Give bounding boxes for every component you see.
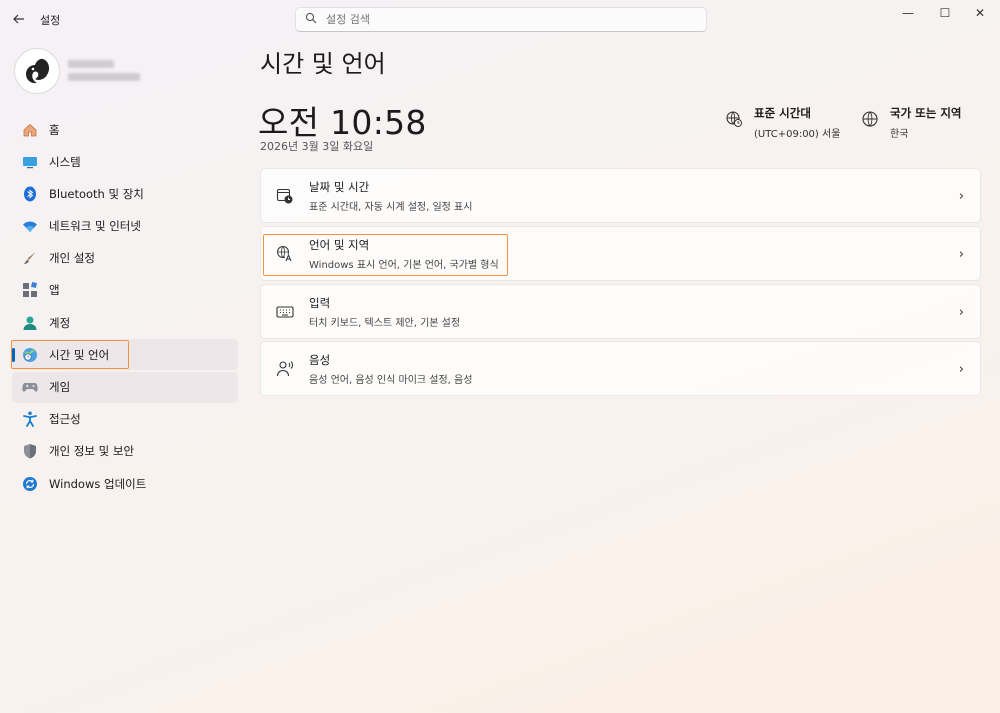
sidebar-item-label: 시간 및 언어 (49, 347, 110, 362)
search-icon (296, 12, 326, 27)
card-title: 입력 (309, 295, 331, 310)
accessibility-icon (21, 410, 39, 428)
sidebar-item-label: 홈 (49, 122, 60, 137)
sidebar-item-label: 게임 (49, 380, 71, 394)
sidebar-item-label: 계정 (49, 315, 71, 330)
app-title: 설정 (40, 14, 61, 27)
card-subtitle: Windows 표시 언어, 기본 언어, 국가별 형식 (309, 259, 499, 271)
sidebar-item-apps[interactable]: 앱 (12, 275, 238, 306)
sidebar-item-label: 앱 (49, 283, 60, 298)
card-title: 언어 및 지역 (309, 237, 370, 252)
account-icon (21, 314, 39, 332)
back-button[interactable] (8, 8, 30, 30)
globe-clock-outline-icon (724, 109, 744, 129)
sidebar-item-label: Windows 업데이트 (49, 476, 147, 491)
home-icon (21, 121, 39, 139)
sidebar-item-accounts[interactable]: 계정 (12, 307, 238, 338)
bluetooth-icon (21, 185, 39, 203)
region-value: 한국 (890, 129, 909, 140)
brush-icon (21, 249, 39, 267)
sidebar-nav: 홈 시스템 Bluetooth 및 장치 네트워크 및 인터넷 개인 설정 앱 (12, 114, 238, 500)
search-input[interactable] (326, 13, 686, 26)
sidebar-item-time-language[interactable]: 시간 및 언어 (12, 339, 238, 371)
card-language-region[interactable]: 언어 및 지역 Windows 표시 언어, 기본 언어, 국가별 형식 › (260, 226, 981, 281)
page-title: 시간 및 언어 (260, 50, 386, 78)
sidebar-item-label: 시스템 (49, 154, 81, 169)
search-box[interactable] (295, 7, 707, 32)
sidebar-item-accessibility[interactable]: 접근성 (12, 404, 238, 435)
language-icon (275, 244, 295, 264)
region-title: 국가 또는 지역 (890, 106, 962, 120)
region-info[interactable]: 국가 또는 지역 한국 (860, 105, 962, 140)
sidebar-item-gaming[interactable]: 게임 (12, 371, 238, 403)
globe-clock-icon (21, 346, 39, 364)
minimize-button[interactable]: — (889, 0, 927, 26)
timezone-title: 표준 시간대 (754, 106, 811, 120)
sidebar-item-personalization[interactable]: 개인 설정 (12, 243, 238, 274)
sidebar-item-privacy[interactable]: 개인 정보 및 보안 (12, 436, 238, 467)
card-subtitle: 터치 키보드, 텍스트 제안, 기본 설정 (309, 317, 461, 329)
card-title: 날짜 및 시간 (309, 179, 370, 194)
sidebar-item-label: 개인 설정 (49, 251, 95, 266)
apps-icon (21, 281, 39, 299)
card-speech[interactable]: 음성 음성 언어, 음성 인식 마이크 설정, 음성 › (260, 341, 981, 396)
maximize-button[interactable]: ☐ (926, 0, 964, 26)
shield-icon (21, 442, 39, 460)
chevron-right-icon: › (958, 362, 964, 377)
sidebar-item-label: 네트워크 및 인터넷 (49, 219, 141, 234)
card-subtitle: 음성 언어, 음성 인식 마이크 설정, 음성 (309, 374, 473, 386)
card-subtitle: 표준 시간대, 자동 시계 설정, 일정 표시 (309, 201, 473, 213)
gamepad-icon (21, 378, 39, 396)
card-title: 음성 (309, 352, 331, 367)
sidebar-item-system[interactable]: 시스템 (12, 146, 238, 177)
close-button[interactable]: ✕ (961, 0, 999, 26)
sidebar-item-label: 접근성 (49, 412, 81, 427)
sidebar-item-network[interactable]: 네트워크 및 인터넷 (12, 211, 238, 242)
chevron-right-icon: › (958, 247, 964, 262)
wifi-icon (21, 217, 39, 235)
globe-icon (860, 109, 880, 129)
chevron-right-icon: › (958, 305, 964, 320)
sidebar-item-home[interactable]: 홈 (12, 114, 238, 145)
squirrel-avatar-icon (26, 58, 50, 84)
current-date: 2026년 3월 3일 화요일 (260, 140, 374, 153)
sidebar-item-label: Bluetooth 및 장치 (49, 186, 144, 201)
current-time: 오전 10:58 (258, 103, 427, 142)
card-input[interactable]: 입력 터치 키보드, 텍스트 제안, 기본 설정 › (260, 284, 981, 339)
calendar-clock-icon (275, 186, 295, 206)
chevron-right-icon: › (958, 189, 964, 204)
timezone-info[interactable]: 표준 시간대 (UTC+09:00) 서울 (724, 105, 840, 140)
sidebar-item-bluetooth[interactable]: Bluetooth 및 장치 (12, 178, 238, 209)
speech-icon (275, 359, 295, 379)
sidebar-item-label: 개인 정보 및 보안 (49, 444, 135, 459)
active-indicator (12, 348, 15, 363)
system-icon (21, 153, 39, 171)
keyboard-icon (275, 302, 295, 322)
sidebar-item-windows-update[interactable]: Windows 업데이트 (12, 468, 238, 499)
back-arrow-icon (13, 14, 24, 24)
profile-info-blurred (68, 60, 140, 86)
avatar[interactable] (14, 48, 60, 94)
update-icon (21, 475, 39, 493)
title-bar: 설정 — ☐ ✕ (0, 0, 1000, 40)
timezone-value: (UTC+09:00) 서울 (754, 129, 841, 140)
card-date-time[interactable]: 날짜 및 시간 표준 시간대, 자동 시계 설정, 일정 표시 › (260, 168, 981, 223)
